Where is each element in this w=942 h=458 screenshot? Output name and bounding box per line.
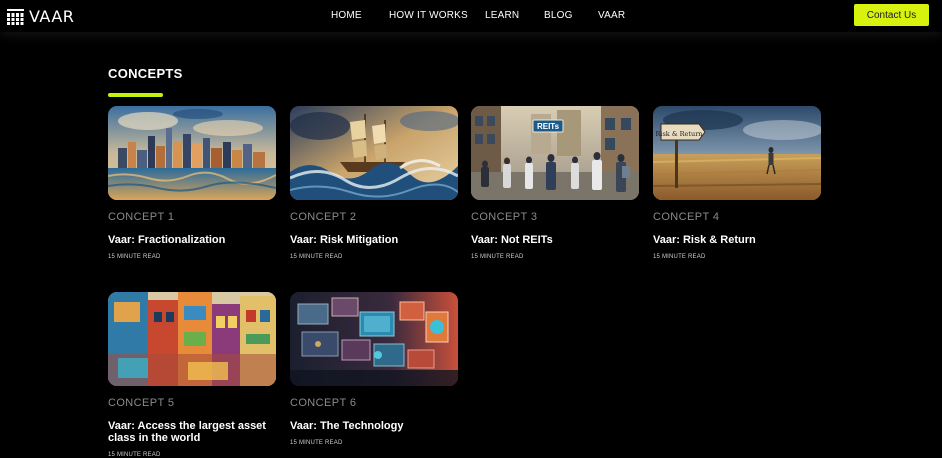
concept-title-link[interactable]: Vaar: Not REITs: [471, 234, 641, 246]
read-time-label: 15 MINUTE READ: [653, 254, 706, 260]
street-crowd-painting-image[interactable]: REITs: [471, 106, 639, 200]
concept-card-2[interactable]: CONCEPT 2 Vaar: Risk Mitigation 15 MINUT…: [290, 106, 460, 260]
street-crowd-painting: REITs: [471, 106, 639, 200]
concept-number: CONCEPT 6: [290, 397, 357, 409]
tech-screens-painting: [290, 292, 458, 386]
read-time-label: 15 MINUTE READ: [108, 452, 161, 458]
field-signpost-painting: Risk & Return: [653, 106, 821, 200]
concept-number: CONCEPT 4: [653, 211, 720, 223]
risk-return-sign-text: Risk & Return: [656, 130, 703, 138]
concept-card-6[interactable]: CONCEPT 6 Vaar: The Technology 15 MINUTE…: [290, 292, 460, 446]
title-underline: [108, 93, 163, 97]
concept-title-link[interactable]: Vaar: Access the largest asset class in …: [108, 420, 278, 444]
nav-how-it-works[interactable]: HOW IT WORKS: [389, 10, 468, 21]
concept-number: CONCEPT 2: [290, 211, 357, 223]
concept-card-4[interactable]: Risk & Return CONCEPT 4 Vaar: Risk & Ret…: [653, 106, 823, 260]
city-skyline-painting: [108, 106, 276, 200]
nav-vaar[interactable]: VAAR: [598, 10, 625, 21]
section-title: CONCEPTS: [108, 66, 183, 81]
read-time-label: 15 MINUTE READ: [471, 254, 524, 260]
concept-card-3[interactable]: REITs CONCEPT 3 Vaar: Not REITs 15 MINUT…: [471, 106, 641, 260]
main-nav: HOME HOW IT WORKS LEARN BLOG VAAR: [0, 10, 942, 24]
concept-number: CONCEPT 3: [471, 211, 538, 223]
read-time-label: 15 MINUTE READ: [108, 254, 161, 260]
tech-screens-painting-image[interactable]: [290, 292, 458, 386]
top-navigation-bar: VAAR HOME HOW IT WORKS LEARN BLOG VAAR C…: [0, 0, 942, 32]
concept-title-link[interactable]: Vaar: Risk Mitigation: [290, 234, 460, 246]
concept-title-link[interactable]: Vaar: Fractionalization: [108, 234, 278, 246]
nav-learn[interactable]: LEARN: [485, 10, 519, 21]
contact-us-button[interactable]: Contact Us: [854, 4, 929, 26]
nav-blog[interactable]: BLOG: [544, 10, 573, 21]
colorful-buildings-painting: [108, 292, 276, 386]
field-signpost-painting-image[interactable]: Risk & Return: [653, 106, 821, 200]
concept-title-link[interactable]: Vaar: Risk & Return: [653, 234, 823, 246]
city-skyline-painting-image[interactable]: [108, 106, 276, 200]
colorful-buildings-painting-image[interactable]: [108, 292, 276, 386]
concept-number: CONCEPT 1: [108, 211, 175, 223]
ship-storm-painting: [290, 106, 458, 200]
concept-number: CONCEPT 5: [108, 397, 175, 409]
concept-card-1[interactable]: CONCEPT 1 Vaar: Fractionalization 15 MIN…: [108, 106, 278, 260]
read-time-label: 15 MINUTE READ: [290, 440, 343, 446]
reits-sign-text: REITs: [537, 122, 560, 131]
concept-card-5[interactable]: CONCEPT 5 Vaar: Access the largest asset…: [108, 292, 278, 458]
nav-home[interactable]: HOME: [331, 10, 362, 21]
read-time-label: 15 MINUTE READ: [290, 254, 343, 260]
ship-storm-painting-image[interactable]: [290, 106, 458, 200]
concept-title-link[interactable]: Vaar: The Technology: [290, 420, 460, 432]
